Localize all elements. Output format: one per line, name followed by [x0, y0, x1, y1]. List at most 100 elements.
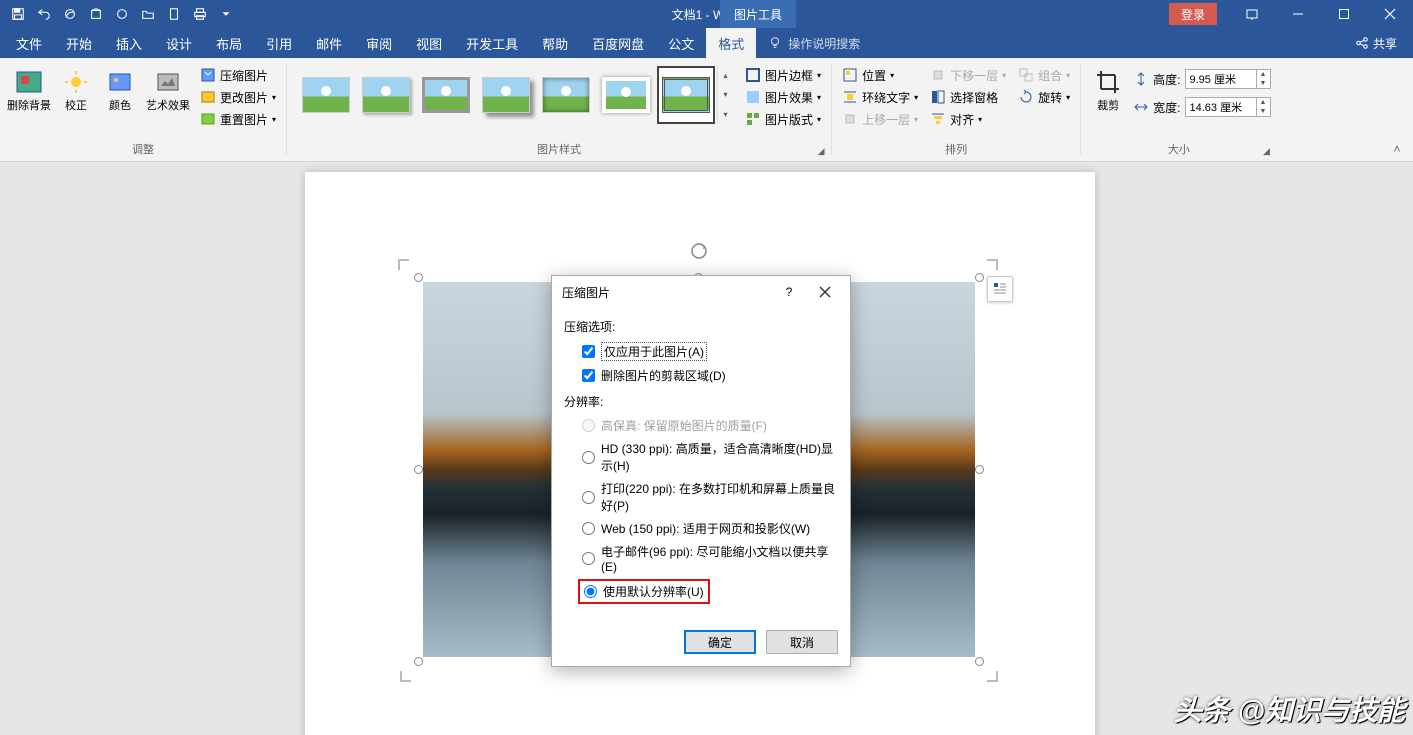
style-item-2[interactable] [357, 66, 415, 124]
spin-up[interactable]: ▲ [1257, 98, 1270, 107]
email-radio[interactable] [582, 552, 595, 565]
crop-button[interactable]: 裁剪 [1087, 62, 1129, 136]
handle-tl[interactable] [414, 273, 423, 282]
dialog-help-icon[interactable]: ? [774, 280, 804, 304]
default-radio[interactable] [584, 585, 597, 598]
maximize-icon[interactable] [1321, 0, 1367, 28]
hd-radio[interactable] [582, 451, 595, 464]
spin-up[interactable]: ▲ [1257, 70, 1270, 79]
new-icon[interactable] [162, 3, 186, 25]
opt-default-highlighted[interactable]: 使用默认分辨率(U) [578, 579, 710, 604]
print-radio[interactable] [582, 491, 595, 504]
tab-file[interactable]: 文件 [4, 28, 54, 58]
change-picture-button[interactable]: 更改图片▾ [196, 86, 280, 108]
contextual-tab-label: 图片工具 [720, 0, 796, 28]
handle-ml[interactable] [414, 465, 423, 474]
open-icon[interactable] [136, 3, 160, 25]
brightness-icon [64, 70, 88, 94]
opt-email[interactable]: 电子邮件(96 ppi): 尽可能缩小文档以便共享(E) [564, 540, 838, 577]
ok-button[interactable]: 确定 [684, 630, 756, 654]
style-item-6[interactable] [597, 66, 655, 124]
style-item-5[interactable] [537, 66, 595, 124]
size-dialog-launcher[interactable]: ◢ [1260, 144, 1274, 158]
tab-format[interactable]: 格式 [706, 28, 756, 58]
save-icon[interactable] [6, 3, 30, 25]
tab-references[interactable]: 引用 [254, 28, 304, 58]
picture-layout-button[interactable]: 图片版式▾ [741, 108, 825, 130]
layout-options-button[interactable] [987, 276, 1013, 302]
tab-view[interactable]: 视图 [404, 28, 454, 58]
dialog-titlebar[interactable]: 压缩图片 ? [552, 276, 850, 308]
opt-hd[interactable]: HD (330 ppi): 高质量，适合高清晰度(HD)显示(H) [564, 437, 838, 477]
tab-help[interactable]: 帮助 [530, 28, 580, 58]
handle-mr[interactable] [975, 465, 984, 474]
undo-icon[interactable] [32, 3, 56, 25]
align-button[interactable]: 对齐▾ [926, 108, 1010, 130]
handle-bl[interactable] [414, 657, 423, 666]
style-item-4[interactable] [477, 66, 535, 124]
handle-br[interactable] [975, 657, 984, 666]
tab-gongwen[interactable]: 公文 [656, 28, 706, 58]
dialog-close-icon[interactable] [810, 280, 840, 304]
rotate-button[interactable]: 旋转▾ [1014, 86, 1074, 108]
color-button[interactable]: 颜色 [100, 62, 140, 136]
compress-pictures-button[interactable]: 压缩图片 [196, 64, 280, 86]
remove-background-button[interactable]: 删除背景 [6, 62, 52, 136]
tab-design[interactable]: 设计 [154, 28, 204, 58]
tab-review[interactable]: 审阅 [354, 28, 404, 58]
tab-layout[interactable]: 布局 [204, 28, 254, 58]
login-button[interactable]: 登录 [1169, 3, 1217, 25]
corrections-button[interactable]: 校正 [56, 62, 96, 136]
gallery-more-button[interactable]: ▴▾▾ [717, 66, 733, 124]
opt-print[interactable]: 打印(220 ppi): 在多数打印机和屏幕上质量良好(P) [564, 477, 838, 517]
handle-tr[interactable] [975, 273, 984, 282]
tab-baidu[interactable]: 百度网盘 [580, 28, 656, 58]
minimize-icon[interactable] [1275, 0, 1321, 28]
tab-developer[interactable]: 开发工具 [454, 28, 530, 58]
redo-icon[interactable] [58, 3, 82, 25]
opt-web[interactable]: Web (150 ppi): 适用于网页和投影仪(W) [564, 517, 838, 540]
share-button[interactable]: 共享 [1339, 35, 1413, 52]
position-icon [842, 67, 858, 83]
send-backward-button[interactable]: 下移一层▾ [926, 64, 1010, 86]
print-icon[interactable] [188, 3, 212, 25]
artistic-effects-button[interactable]: 艺术效果 [144, 62, 192, 136]
opt-apply-only[interactable]: 仅应用于此图片(A) [564, 339, 838, 364]
picture-style-gallery[interactable]: ▴▾▾ [293, 62, 737, 128]
qat-dropdown-icon[interactable] [214, 3, 238, 25]
picture-effects-button[interactable]: 图片效果▾ [741, 86, 825, 108]
qat-icon-4[interactable] [84, 3, 108, 25]
delete-crop-checkbox[interactable] [582, 369, 595, 382]
style-item-1[interactable] [297, 66, 355, 124]
tab-mailings[interactable]: 邮件 [304, 28, 354, 58]
style-item-7[interactable] [657, 66, 715, 124]
tab-insert[interactable]: 插入 [104, 28, 154, 58]
apply-only-checkbox[interactable] [582, 345, 595, 358]
picture-border-button[interactable]: 图片边框▾ [741, 64, 825, 86]
spin-down[interactable]: ▼ [1257, 79, 1270, 88]
styles-dialog-launcher[interactable]: ◢ [814, 144, 828, 158]
layout-options-icon [991, 280, 1009, 298]
cancel-button[interactable]: 取消 [766, 630, 838, 654]
collapse-ribbon-icon[interactable]: ˄ [1387, 141, 1407, 157]
rotation-handle[interactable] [690, 242, 708, 263]
ribbon-options-icon[interactable] [1229, 0, 1275, 28]
position-button[interactable]: 位置▾ [838, 64, 922, 86]
tell-me[interactable]: 操作说明搜索 [756, 35, 872, 52]
height-input[interactable]: ▲▼ [1185, 69, 1271, 89]
opt-delete-crop[interactable]: 删除图片的剪裁区域(D) [564, 364, 838, 387]
style-item-3[interactable] [417, 66, 475, 124]
qat-icon-5[interactable] [110, 3, 134, 25]
wrap-text-button[interactable]: 环绕文字▾ [838, 86, 922, 108]
height-icon [1133, 71, 1149, 87]
close-icon[interactable] [1367, 0, 1413, 28]
reset-picture-button[interactable]: 重置图片▾ [196, 108, 280, 130]
bring-forward-button[interactable]: 上移一层▾ [838, 108, 922, 130]
group-button[interactable]: 组合▾ [1014, 64, 1074, 86]
spin-down[interactable]: ▼ [1257, 107, 1270, 116]
tab-home[interactable]: 开始 [54, 28, 104, 58]
group-icon [1018, 67, 1034, 83]
width-input[interactable]: ▲▼ [1185, 97, 1271, 117]
selection-pane-button[interactable]: 选择窗格 [926, 86, 1010, 108]
web-radio[interactable] [582, 522, 595, 535]
